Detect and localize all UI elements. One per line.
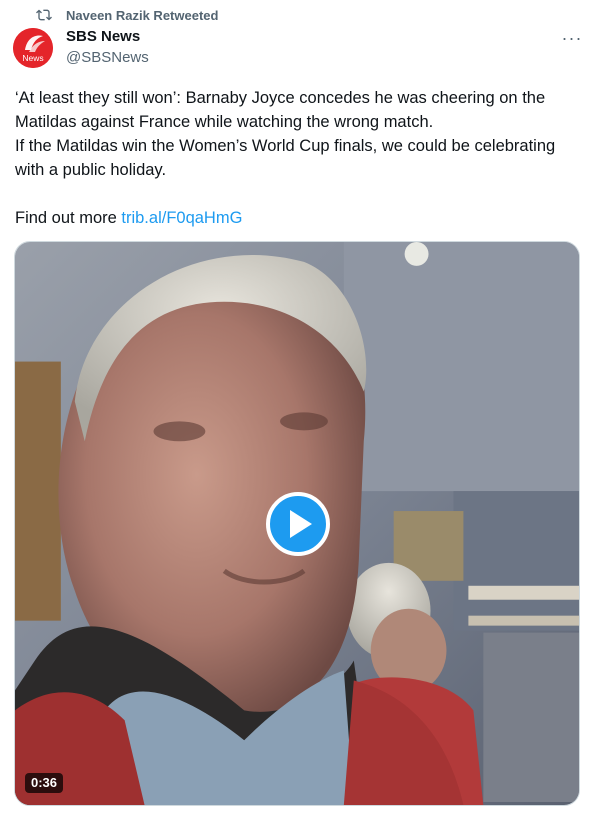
author-handle[interactable]: @SBSNews <box>66 48 149 68</box>
tweet-paragraph-1: ‘At least they still won’: Barnaby Joyce… <box>15 89 546 131</box>
tweet-link[interactable]: trib.al/F0qaHmG <box>121 209 242 227</box>
author-name[interactable]: SBS News <box>66 28 149 46</box>
retweet-context[interactable]: Naveen Razik Retweeted <box>36 7 218 23</box>
more-dots-icon: ··· <box>561 27 583 48</box>
retweet-label[interactable]: Naveen Razik Retweeted <box>66 8 218 23</box>
video-player[interactable]: 0:36 <box>14 241 580 806</box>
more-options-button[interactable]: ··· <box>558 28 586 48</box>
tweet-paragraph-2: If the Matildas win the Women’s World Cu… <box>15 137 556 179</box>
video-duration: 0:36 <box>25 773 64 793</box>
tweet-link-line: Find out more trib.al/F0qaHmG <box>15 206 587 230</box>
find-out-more-text: Find out more <box>15 209 117 227</box>
tweet-text: ‘At least they still won’: Barnaby Joyce… <box>15 86 587 230</box>
play-button[interactable] <box>266 492 330 556</box>
avatar-logo-text: News <box>22 53 43 63</box>
play-icon <box>290 510 312 538</box>
retweet-icon <box>36 7 52 23</box>
author-block: SBS News @SBSNews <box>66 28 149 68</box>
avatar[interactable]: News <box>13 28 53 68</box>
